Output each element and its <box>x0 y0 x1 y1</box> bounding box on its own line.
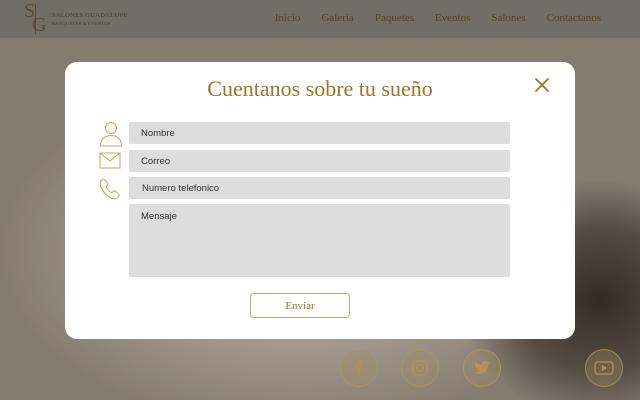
modal-title: Cuentanos sobre tu sueño <box>207 76 433 101</box>
instagram-icon <box>412 360 428 376</box>
name-field[interactable] <box>129 122 510 144</box>
message-field[interactable] <box>129 204 510 277</box>
contact-modal: Cuentanos sobre tu sueño Enviar <box>65 62 575 339</box>
user-icon <box>98 121 126 147</box>
mail-icon <box>98 151 126 175</box>
twitter-icon <box>474 361 490 374</box>
youtube-button[interactable] <box>585 349 623 387</box>
phone-field[interactable] <box>129 177 510 199</box>
phone-icon <box>98 177 126 201</box>
youtube-icon <box>594 361 614 375</box>
facebook-icon <box>355 360 363 376</box>
instagram-button[interactable] <box>401 349 439 387</box>
close-button[interactable] <box>533 76 551 94</box>
twitter-button[interactable] <box>463 349 501 387</box>
facebook-button[interactable] <box>340 349 378 387</box>
email-field[interactable] <box>129 150 510 172</box>
send-button[interactable]: Enviar <box>250 293 350 318</box>
close-icon <box>535 78 549 92</box>
